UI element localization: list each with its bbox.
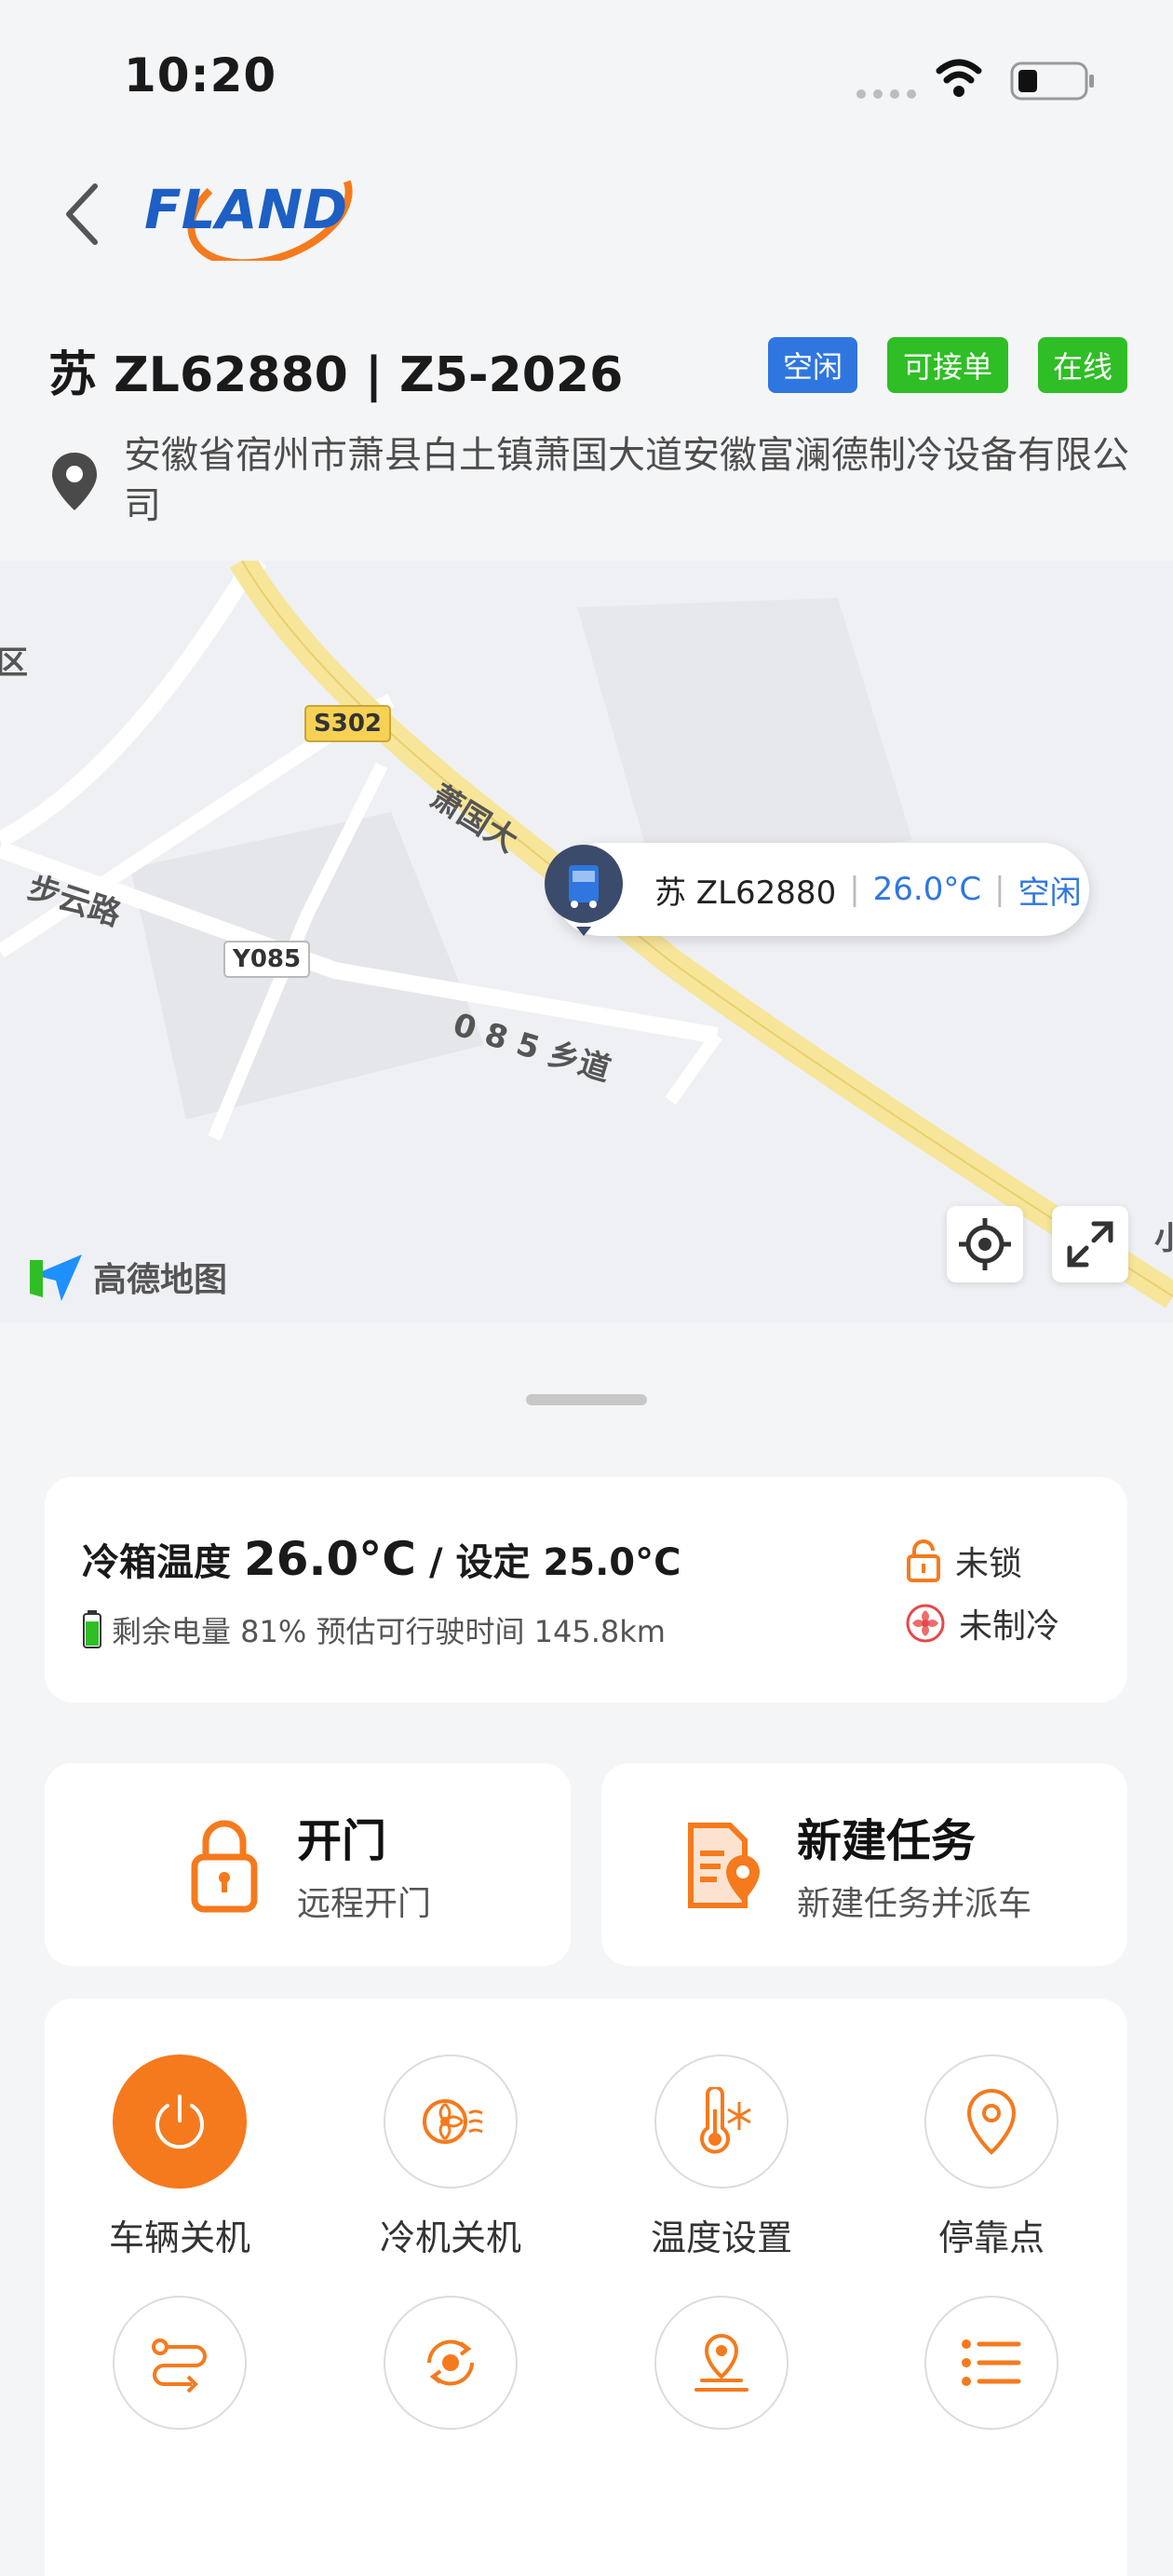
wifi-icon <box>936 59 982 97</box>
new-task-card[interactable]: 新建任务 新建任务并派车 <box>601 1763 1127 1966</box>
battery-line: 剩余电量 81% 预估可行驶时间 145.8km <box>82 1608 666 1651</box>
map-view[interactable]: 区 S302 萧国大 步云路 Y085 0 8 5 乡道 小 <box>0 561 1173 1322</box>
status-card <box>45 1477 1127 1702</box>
marker-temp: 26.0°C <box>872 871 982 908</box>
function-label: 温度设置 <box>650 2217 792 2258</box>
map-label-edge-left: 区 <box>0 644 28 682</box>
route-button[interactable] <box>68 2296 291 2450</box>
crosshair-icon <box>959 1218 1011 1270</box>
set-prefix: / 设定 <box>428 1541 531 1584</box>
location-icon <box>52 453 97 510</box>
amap-logo: 高德地图 <box>30 1251 227 1303</box>
vehicle-address: 安徽省宿州市萧县白土镇萧国大道安徽富澜德制冷设备有限公司 <box>124 434 1129 527</box>
road-tag-s302: S302 <box>304 705 391 742</box>
cool-state: 未制冷 <box>905 1599 1059 1647</box>
marker-status: 空闲 <box>1018 874 1082 912</box>
location-pin-icon <box>924 2054 1058 2189</box>
status-badge-idle: 空闲 <box>768 337 857 393</box>
new-task-sub: 新建任务并派车 <box>797 1885 1032 1923</box>
status-badge-online: 在线 <box>1038 337 1127 393</box>
cycle-button[interactable] <box>339 2296 562 2450</box>
marker-separator: | <box>994 871 1005 908</box>
temperature-line: 冷箱温度 26.0°C / 设定 25.0°C <box>82 1532 681 1586</box>
cycle-icon <box>384 2296 518 2430</box>
battery-level-icon <box>83 1610 101 1648</box>
open-door-card[interactable]: 开门 远程开门 <box>45 1763 571 1966</box>
list-button[interactable] <box>880 2296 1103 2450</box>
marker-separator: | <box>849 871 860 908</box>
new-task-icon <box>688 1823 760 1908</box>
locate-button[interactable] <box>947 1206 1023 1282</box>
lock-status-text: 未锁 <box>955 1545 1023 1583</box>
fullscreen-button[interactable] <box>1052 1206 1128 1282</box>
signal-dots-icon <box>856 89 916 99</box>
temp-prefix: 冷箱温度 <box>82 1541 231 1584</box>
svg-text:FLAND: FLAND <box>144 178 347 241</box>
temperature-setting-button[interactable]: 温度设置 <box>610 2054 833 2260</box>
lock-icon <box>191 1820 258 1913</box>
truck-marker-icon[interactable] <box>543 843 625 936</box>
route-icon <box>113 2296 247 2430</box>
vehicle-power-off-button[interactable]: 车辆关机 <box>68 2054 291 2260</box>
function-label: 车辆关机 <box>108 2217 250 2258</box>
lock-state: 未锁 <box>905 1537 1022 1585</box>
status-badge-accept: 可接单 <box>887 337 1008 393</box>
fland-logo: FLAND <box>144 154 353 261</box>
status-time: 10:20 <box>124 48 277 102</box>
set-value: 25.0°C <box>543 1541 681 1584</box>
map-label-edge-right: 小 <box>1154 1220 1173 1257</box>
cooler-off-button[interactable]: 冷机关机 <box>339 2054 562 2260</box>
map-location-button[interactable] <box>610 2296 833 2450</box>
marker-plate: 苏 ZL62880 <box>654 874 837 912</box>
amap-icon <box>30 1254 82 1301</box>
function-label: 冷机关机 <box>379 2217 521 2258</box>
battery-text: 剩余电量 81% 预估可行驶时间 145.8km <box>112 1614 666 1649</box>
road-tag-y085: Y085 <box>223 941 311 978</box>
fan-status-icon <box>906 1604 945 1643</box>
expand-icon <box>1067 1221 1113 1268</box>
sheet-drag-handle[interactable] <box>526 1394 647 1405</box>
thermometer-snow-icon <box>654 2054 789 2189</box>
fan-icon <box>384 2054 518 2189</box>
amap-text: 高德地图 <box>93 1261 228 1299</box>
power-icon <box>113 2054 247 2189</box>
vehicle-title: 苏 ZL62880 | Z5-2026 <box>48 347 624 403</box>
unlock-icon <box>907 1539 940 1582</box>
battery-status-icon <box>1010 61 1094 101</box>
vehicle-marker-bubble[interactable]: 苏 ZL62880 | 26.0°C | 空闲 <box>554 843 1089 936</box>
temp-value: 26.0°C <box>243 1532 416 1586</box>
map-pin-icon <box>654 2296 789 2430</box>
open-door-sub: 远程开门 <box>297 1885 432 1923</box>
back-button[interactable] <box>54 177 110 251</box>
new-task-title: 新建任务 <box>797 1815 977 1867</box>
cool-status-text: 未制冷 <box>959 1607 1060 1646</box>
list-icon <box>924 2296 1058 2430</box>
stop-points-button[interactable]: 停靠点 <box>880 2054 1103 2260</box>
open-door-title: 开门 <box>297 1815 387 1867</box>
function-label: 停靠点 <box>937 2217 1045 2258</box>
